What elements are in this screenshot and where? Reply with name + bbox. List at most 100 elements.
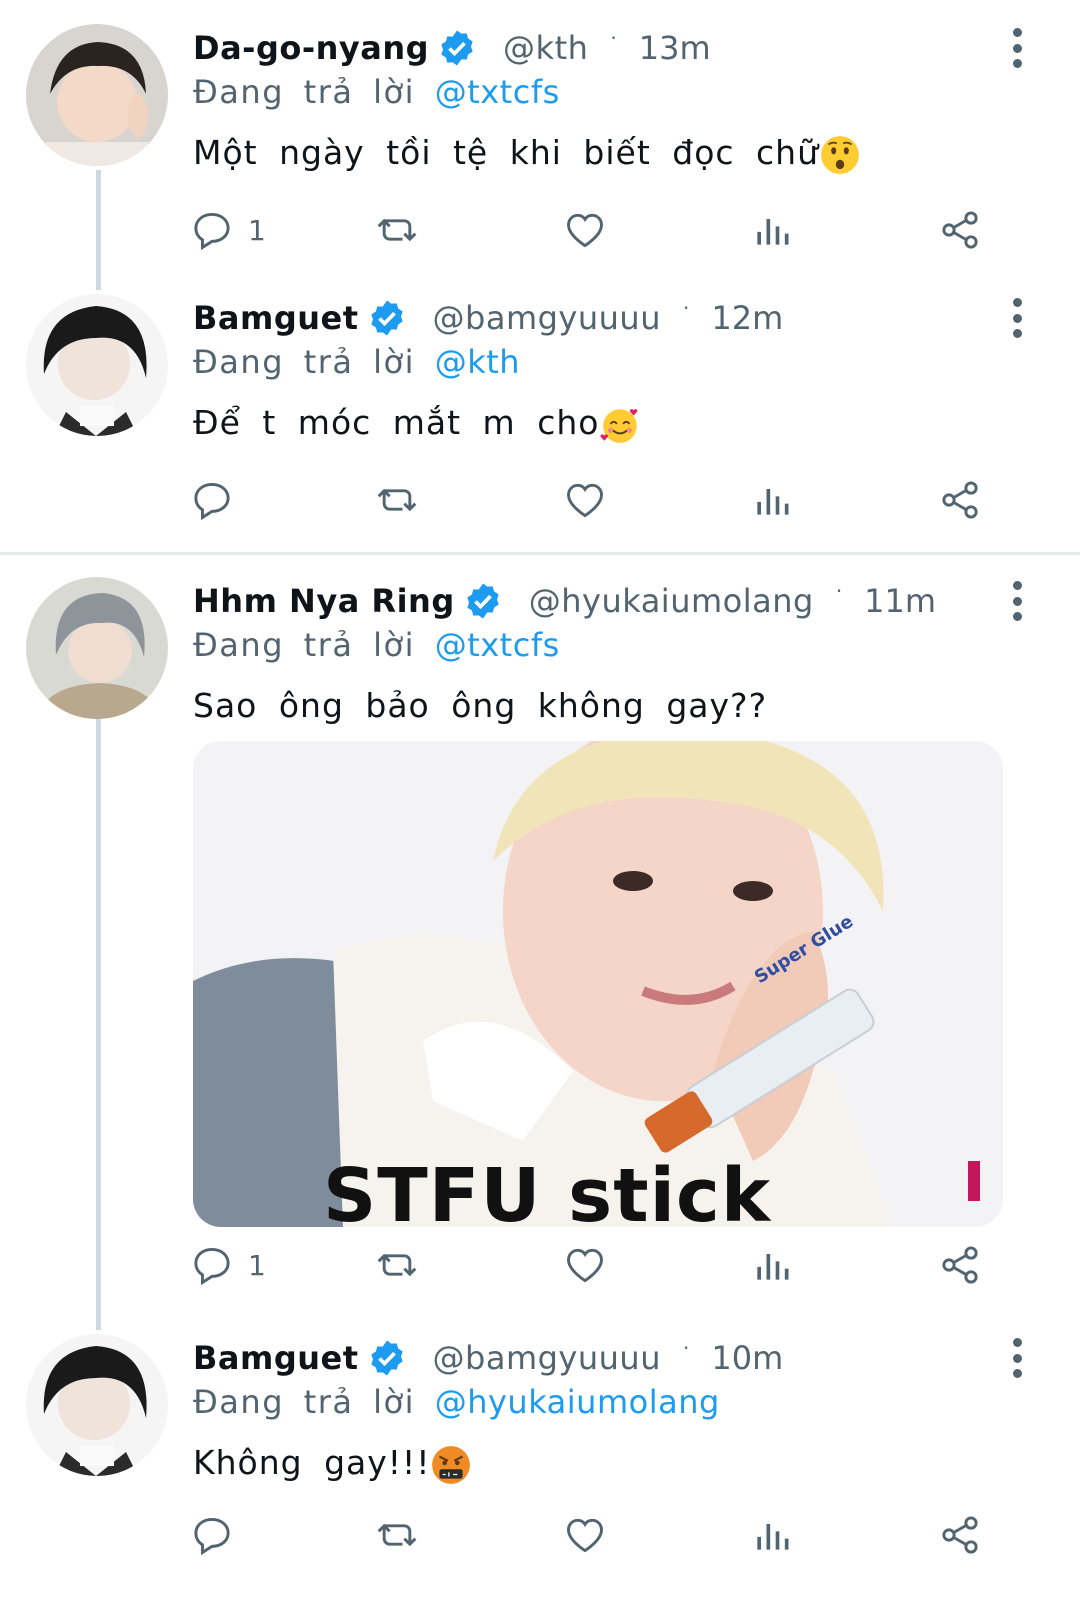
tweet-header: Da-go-nyang @kth · 13m <box>193 26 711 70</box>
more-options-icon[interactable] <box>1002 581 1032 621</box>
reply-button[interactable] <box>190 475 248 525</box>
author-name[interactable]: Bamguet <box>193 1336 359 1380</box>
tweet-text: Sao ông bảo ông không gay?? <box>193 683 767 729</box>
tweet-text: Một ngày tồi tệ khi biết đọc chữ <box>193 130 861 176</box>
share-icon <box>942 481 978 519</box>
reply-icon <box>194 1247 230 1286</box>
retweet-icon <box>377 1253 417 1277</box>
reply-mention-link[interactable]: @kth <box>435 343 520 381</box>
heart-icon <box>567 1518 603 1553</box>
tweet-media-image[interactable]: Super Glue STFU stick <box>193 741 1003 1227</box>
tweet-text: Không gay!!! <box>193 1440 472 1486</box>
reply-count: 1 <box>248 213 266 247</box>
views-chart-icon <box>757 1524 789 1550</box>
like-button[interactable] <box>563 475 607 525</box>
share-button[interactable] <box>938 1240 982 1290</box>
avatar[interactable] <box>26 1334 168 1476</box>
avatar[interactable] <box>26 294 168 436</box>
reply-button[interactable] <box>190 1510 248 1560</box>
tweet-actions: 1 <box>190 205 1020 255</box>
tweet-header: Bamguet @bamgyuuuu · 12m <box>193 296 783 340</box>
share-button[interactable] <box>938 1510 982 1560</box>
reply-mention-link[interactable]: @txtcfs <box>435 626 560 664</box>
reply-icon <box>194 212 230 251</box>
reply-count: 1 <box>248 1248 266 1282</box>
timestamp[interactable]: 10m <box>711 1336 783 1380</box>
views-button[interactable] <box>750 475 794 525</box>
tweet[interactable]: Bamguet @bamgyuuuu · 12m Đang trả lời @k… <box>0 270 1080 538</box>
tweet-actions <box>190 475 1020 525</box>
like-button[interactable] <box>563 1510 607 1560</box>
replying-to: Đang trả lời @hyukaiumolang <box>193 1380 720 1424</box>
reply-button[interactable]: 1 <box>190 205 266 255</box>
media-caption: STFU stick <box>323 1153 772 1227</box>
views-button[interactable] <box>750 1510 794 1560</box>
like-button[interactable] <box>563 1240 607 1290</box>
tweet-text-content: Một ngày tồi tệ khi biết đọc chữ <box>193 133 819 172</box>
timestamp[interactable]: 11m <box>864 579 936 623</box>
avatar[interactable] <box>26 24 168 166</box>
separator-dot: · <box>835 579 843 603</box>
verified-badge-icon <box>370 300 403 336</box>
reply-icon <box>194 482 230 521</box>
replying-to: Đang trả lời @kth <box>193 340 520 384</box>
retweet-button[interactable] <box>375 1240 419 1290</box>
retweet-icon <box>377 218 417 242</box>
views-chart-icon <box>757 1254 789 1280</box>
author-handle[interactable]: @bamgyuuuu <box>433 1336 661 1380</box>
replying-to-label: Đang trả lời <box>193 626 416 664</box>
separator-dot: · <box>682 296 690 320</box>
reply-mention-link[interactable]: @txtcfs <box>435 73 560 111</box>
timestamp[interactable]: 12m <box>711 296 783 340</box>
author-name[interactable]: Bamguet <box>193 296 359 340</box>
more-options-icon[interactable] <box>1002 298 1032 338</box>
tweet-text-content: Không gay!!! <box>193 1443 431 1482</box>
author-name[interactable]: Hhm Nya Ring <box>193 579 455 623</box>
replying-to-label: Đang trả lời <box>193 1383 416 1421</box>
tweet-header: Bamguet @bamgyuuuu · 10m <box>193 1336 783 1380</box>
replying-to: Đang trả lời @txtcfs <box>193 623 560 667</box>
tweet-text-content: Sao ông bảo ông không gay?? <box>193 686 768 725</box>
views-chart-icon <box>757 489 789 515</box>
retweet-icon <box>377 1523 417 1547</box>
replying-to-label: Đang trả lời <box>193 343 416 381</box>
retweet-button[interactable] <box>375 475 419 525</box>
tweet-actions <box>190 1510 1020 1560</box>
verified-badge-icon <box>441 30 473 66</box>
more-options-icon[interactable] <box>1002 1338 1032 1378</box>
views-button[interactable] <box>750 1240 794 1290</box>
share-icon <box>942 1246 978 1284</box>
retweet-button[interactable] <box>375 205 419 255</box>
tweet[interactable]: Hhm Nya Ring @hyukaiumolang · 11m Đang t… <box>0 555 1080 1335</box>
share-icon <box>942 1516 978 1554</box>
views-button[interactable] <box>750 205 794 255</box>
author-handle[interactable]: @hyukaiumolang <box>529 579 814 623</box>
retweet-icon <box>377 488 417 512</box>
reply-mention-link[interactable]: @hyukaiumolang <box>435 1383 720 1421</box>
tweet[interactable]: Da-go-nyang @kth · 13m Đang trả lời @txt… <box>0 0 1080 270</box>
share-button[interactable] <box>938 475 982 525</box>
reply-button[interactable]: 1 <box>190 1240 266 1290</box>
share-icon <box>942 211 978 249</box>
more-options-icon[interactable] <box>1002 28 1032 68</box>
reply-icon <box>194 1517 230 1556</box>
share-button[interactable] <box>938 205 982 255</box>
views-chart-icon <box>757 219 789 245</box>
smiling-face-with-hearts-icon <box>600 408 638 443</box>
verified-badge-icon <box>467 583 499 619</box>
worried-face-icon <box>821 135 859 174</box>
tweet[interactable]: Bamguet @bamgyuuuu · 10m Đang trả lời @h… <box>0 1310 1080 1618</box>
author-name[interactable]: Da-go-nyang <box>193 26 429 70</box>
retweet-button[interactable] <box>375 1510 419 1560</box>
separator-dot: · <box>610 26 617 50</box>
author-handle[interactable]: @kth <box>503 26 588 70</box>
tweet-header: Hhm Nya Ring @hyukaiumolang · 11m <box>193 579 936 623</box>
verified-badge-icon <box>370 1340 403 1376</box>
timestamp[interactable]: 13m <box>639 26 711 70</box>
like-button[interactable] <box>563 205 607 255</box>
face-with-symbols-on-mouth-icon <box>432 1445 471 1484</box>
replying-to-label: Đang trả lời <box>193 73 416 111</box>
avatar[interactable] <box>26 577 168 719</box>
tweet-text: Để t móc mắt m cho <box>193 400 641 446</box>
author-handle[interactable]: @bamgyuuuu <box>433 296 661 340</box>
